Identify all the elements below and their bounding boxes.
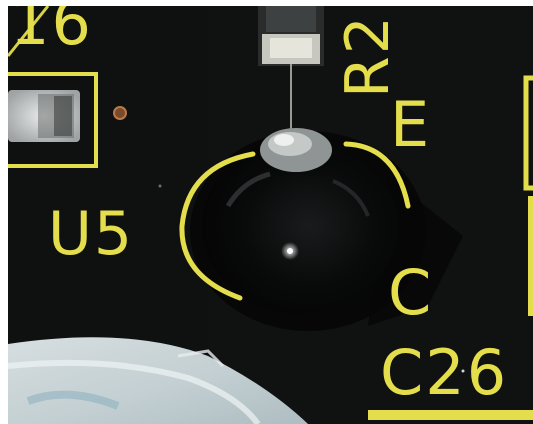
label-c: C: [388, 256, 434, 329]
label-r2: R2: [333, 14, 403, 98]
via: [113, 106, 127, 120]
label-c26: C26: [380, 336, 509, 409]
bottom-silk-bar: [368, 410, 533, 420]
pcb-photo: 16 R2 U5 E C C26: [8, 6, 533, 424]
label-16: 16: [10, 6, 93, 59]
label-u5: U5: [48, 199, 135, 269]
label-e: E: [390, 88, 432, 161]
